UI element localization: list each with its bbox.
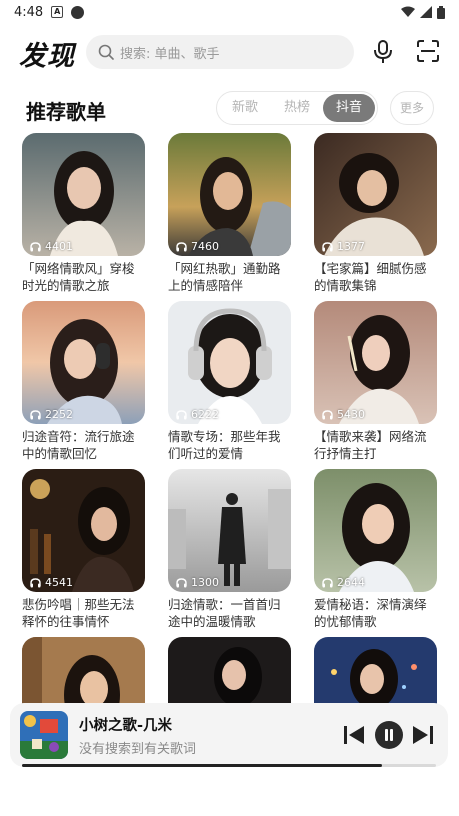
playlist-card[interactable]: 6222 情歌专场：那些年我们听过的爱情 — [168, 301, 291, 462]
playlist-title: 【情歌来袭】网络流行抒情主打 — [314, 429, 427, 461]
playlist-card[interactable]: 4401 「网络情歌风」穿梭时光的情歌之旅 — [22, 133, 145, 294]
playlist-cover: 2644 — [314, 469, 437, 592]
playlist-cover: 2252 — [22, 301, 145, 424]
playlist-card[interactable]: 1300 归途情歌：一首首归途中的温暖情歌 — [168, 469, 291, 630]
play-count: 4541 — [30, 576, 73, 589]
playlist-cover: 6222 — [168, 301, 291, 424]
playlist-title: 归途音符：流行旅途中的情歌回忆 — [22, 429, 135, 461]
playlist-cover: 1377 — [314, 133, 437, 256]
playlist-title: 爱情秘语：深情演绎的忧郁情歌 — [314, 597, 427, 629]
playlist-title: 【宅家篇】细腻伤感的情歌集锦 — [314, 261, 427, 293]
playlist-title: 归途情歌：一首首归途中的温暖情歌 — [168, 597, 281, 629]
playlist-card[interactable]: 1377 【宅家篇】细腻伤感的情歌集锦 — [314, 133, 437, 294]
headphones-icon — [30, 241, 41, 251]
play-count: 2252 — [30, 408, 73, 421]
progress-bar[interactable] — [22, 764, 436, 767]
progress-fill — [22, 764, 383, 767]
headphones-icon — [30, 409, 41, 419]
play-count: 7460 — [176, 240, 219, 253]
headphones-icon — [322, 409, 333, 419]
play-count: 1300 — [176, 576, 219, 589]
playlist-grid: 4401 「网络情歌风」穿梭时光的情歌之旅 7460 「网红热歌」通勤路上的情感… — [0, 0, 459, 816]
playlist-card[interactable]: 2644 爱情秘语：深情演绎的忧郁情歌 — [314, 469, 437, 630]
headphones-icon — [30, 577, 41, 587]
play-count: 1377 — [322, 240, 365, 253]
playlist-cover: 7460 — [168, 133, 291, 256]
playlist-title — [22, 764, 145, 798]
now-playing-lyrics: 没有搜索到有关歌词 — [79, 742, 197, 757]
headphones-icon — [176, 577, 187, 587]
playlist-card[interactable]: 4541 悲伤吟唱｜那些无法释怀的往事情怀 — [22, 469, 145, 630]
playlist-card[interactable]: 7460 「网红热歌」通勤路上的情感陪伴 — [168, 133, 291, 294]
playlist-title: 「网络情歌风」穿梭时光的情歌之旅 — [22, 261, 135, 293]
playlist-cover: 1300 — [168, 469, 291, 592]
headphones-icon — [176, 409, 187, 419]
playlist-cover: 5430 — [314, 301, 437, 424]
playlist-card[interactable]: 5430 【情歌来袭】网络流行抒情主打 — [314, 301, 437, 462]
prev-icon[interactable] — [343, 725, 365, 745]
mini-player[interactable]: 小树之歌-几米 没有搜索到有关歌词 — [10, 703, 448, 767]
headphones-icon — [322, 577, 333, 587]
playlist-card[interactable]: 2252 归途音符：流行旅途中的情歌回忆 — [22, 301, 145, 462]
playlist-title: 悲伤吟唱｜那些无法释怀的往事情怀 — [22, 597, 135, 629]
now-playing-cover[interactable] — [20, 711, 68, 759]
playlist-cover: 4541 — [22, 469, 145, 592]
pause-icon[interactable] — [375, 721, 403, 749]
playlist-cover: 4401 — [22, 133, 145, 256]
playlist-title — [168, 764, 291, 798]
headphones-icon — [322, 241, 333, 251]
play-count: 4401 — [30, 240, 73, 253]
playlist-title — [314, 764, 437, 798]
playlist-title: 情歌专场：那些年我们听过的爱情 — [168, 429, 281, 461]
play-count: 2644 — [322, 576, 365, 589]
headphones-icon — [176, 241, 187, 251]
now-playing-title: 小树之歌-几米 — [79, 718, 173, 734]
next-icon[interactable] — [412, 725, 434, 745]
play-count: 6222 — [176, 408, 219, 421]
playlist-title: 「网红热歌」通勤路上的情感陪伴 — [168, 261, 281, 293]
play-count: 5430 — [322, 408, 365, 421]
